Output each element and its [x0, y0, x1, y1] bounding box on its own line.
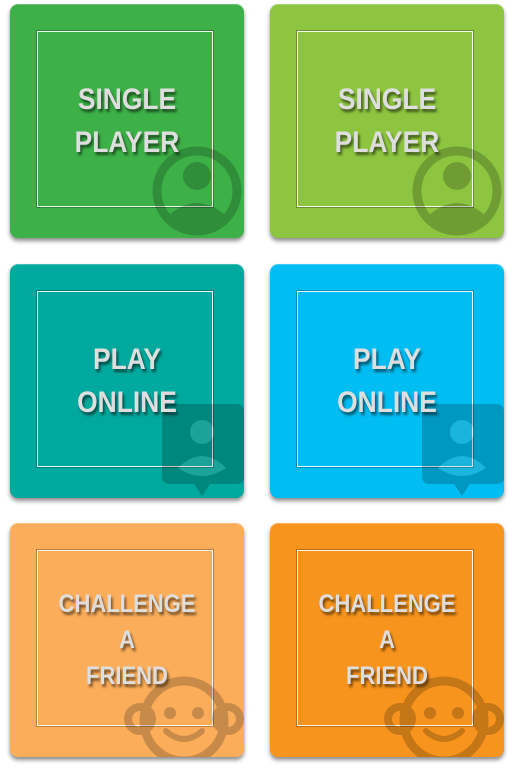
tile-label: CHALLENGE A FRIEND — [284, 523, 490, 757]
label-line: PLAYER — [74, 126, 180, 159]
label-line: PLAY — [92, 343, 161, 376]
single-player-button[interactable]: SINGLE PLAYER — [10, 4, 244, 238]
label-line: FRIEND — [86, 662, 168, 690]
challenge-a-friend-button[interactable]: CHALLENGE A FRIEND — [10, 523, 244, 757]
label-line: CHALLENGE — [318, 590, 456, 618]
tile-label: PLAY ONLINE — [284, 264, 490, 498]
label-line: A — [379, 626, 395, 654]
label-line: ONLINE — [77, 386, 177, 419]
tile-label: SINGLE PLAYER — [284, 4, 490, 238]
tile-label: SINGLE PLAYER — [24, 4, 230, 238]
label-line: PLAY — [352, 343, 421, 376]
mode-select-grid: SINGLE PLAYER SINGLE PLAYER PLAY ONLINE — [0, 0, 520, 780]
label-line: A — [119, 626, 135, 654]
challenge-a-friend-button[interactable]: CHALLENGE A FRIEND — [270, 523, 504, 757]
tile-label: PLAY ONLINE — [24, 264, 230, 498]
label-line: ONLINE — [337, 386, 437, 419]
single-player-button[interactable]: SINGLE PLAYER — [270, 4, 504, 238]
play-online-button[interactable]: PLAY ONLINE — [10, 264, 244, 498]
label-line: CHALLENGE — [58, 590, 196, 618]
label-line: PLAYER — [334, 126, 440, 159]
label-line: SINGLE — [77, 83, 177, 116]
tile-label: CHALLENGE A FRIEND — [24, 523, 230, 757]
label-line: SINGLE — [337, 83, 437, 116]
play-online-button[interactable]: PLAY ONLINE — [270, 264, 504, 498]
label-line: FRIEND — [346, 662, 428, 690]
